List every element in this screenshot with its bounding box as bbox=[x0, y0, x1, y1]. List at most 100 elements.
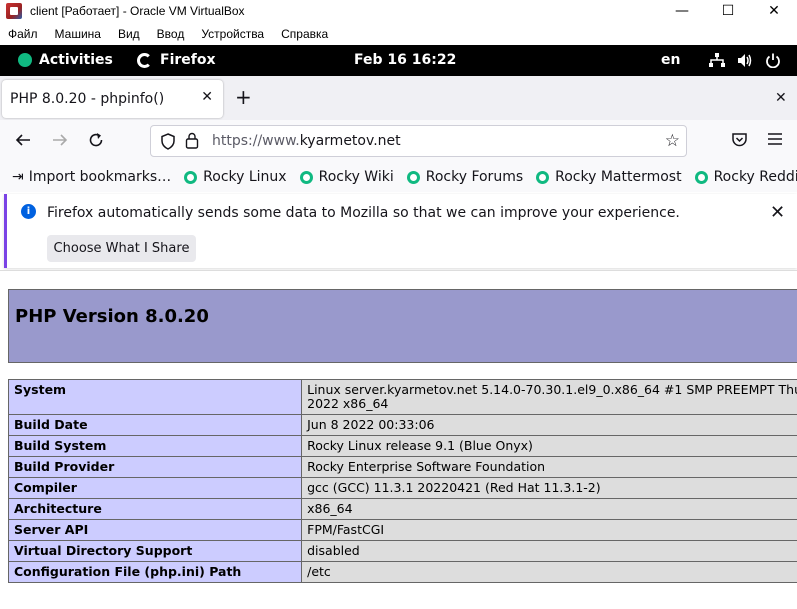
menu-devices[interactable]: Устройства bbox=[201, 27, 264, 41]
row-value: Jun 8 2022 00:33:06 bbox=[301, 414, 797, 436]
info-icon: i bbox=[21, 204, 36, 219]
row-value: /etc bbox=[301, 561, 797, 583]
rocky-icon bbox=[694, 170, 708, 184]
rocky-icon bbox=[536, 170, 550, 184]
vbox-title-bar: client [Работает] - Oracle VM VirtualBox… bbox=[0, 0, 797, 22]
bookmark-import[interactable]: ⇥ Import bookmarks… bbox=[12, 169, 171, 185]
php-version-title: PHP Version 8.0.20 bbox=[15, 306, 209, 327]
tracking-protection-icon[interactable] bbox=[160, 133, 176, 154]
table-row: Build Date Jun 8 2022 00:33:06 bbox=[7, 414, 797, 436]
menu-view[interactable]: Вид bbox=[118, 27, 140, 41]
table-row: Compiler gcc (GCC) 11.3.1 20220421 (Red … bbox=[7, 477, 797, 499]
window-title: client [Работает] - Oracle VM VirtualBox bbox=[30, 4, 245, 18]
row-key: Configuration File (php.ini) Path bbox=[7, 561, 303, 583]
activities-button[interactable]: Activities bbox=[18, 52, 113, 68]
network-icon[interactable] bbox=[709, 53, 725, 68]
bookmark-label: Rocky Linux bbox=[203, 169, 287, 185]
tab-close-icon[interactable]: ✕ bbox=[201, 89, 213, 105]
choose-what-i-share-button[interactable]: Choose What I Share bbox=[47, 235, 196, 262]
menu-help[interactable]: Справка bbox=[281, 27, 328, 41]
menu-machine[interactable]: Машина bbox=[55, 27, 101, 41]
app-menu-firefox[interactable]: Firefox bbox=[137, 52, 216, 68]
bookmark-label: Rocky Mattermost bbox=[555, 169, 682, 185]
volume-icon[interactable] bbox=[737, 53, 753, 68]
new-tab-icon[interactable]: + bbox=[235, 87, 252, 107]
close-window-button[interactable]: ✕ bbox=[751, 0, 797, 22]
row-value-line2: 2022 x86_64 bbox=[307, 396, 389, 411]
row-value: gcc (GCC) 11.3.1 20220421 (Red Hat 11.3.… bbox=[301, 477, 797, 499]
navigation-toolbar: https://www.kyarmetov.net ☆ bbox=[0, 120, 797, 162]
rocky-icon bbox=[406, 170, 420, 184]
bookmark-rocky-reddit[interactable]: Rocky Reddit bbox=[694, 169, 797, 185]
window-controls: — ☐ ✕ bbox=[659, 0, 797, 22]
lock-icon[interactable] bbox=[185, 132, 199, 153]
table-row: Server API FPM/FastCGI bbox=[7, 519, 797, 541]
table-row: Virtual Directory Support disabled bbox=[7, 540, 797, 562]
activities-label: Activities bbox=[39, 52, 113, 68]
row-value: Linux server.kyarmetov.net 5.14.0-70.30.… bbox=[301, 379, 797, 415]
table-row: Build Provider Rocky Enterprise Software… bbox=[7, 456, 797, 478]
notification-message: Firefox automatically sends some data to… bbox=[47, 205, 680, 221]
menu-input[interactable]: Ввод bbox=[157, 27, 185, 41]
system-tray[interactable] bbox=[709, 53, 793, 69]
bookmark-label: Import bookmarks… bbox=[28, 169, 172, 185]
row-key: Build Provider bbox=[7, 456, 303, 478]
virtualbox-app-icon bbox=[6, 3, 22, 19]
reload-icon[interactable] bbox=[87, 131, 105, 154]
row-key: Compiler bbox=[7, 477, 303, 499]
maximize-button[interactable]: ☐ bbox=[705, 0, 751, 22]
row-value: FPM/FastCGI bbox=[301, 519, 797, 541]
phpinfo-table: System Linux server.kyarmetov.net 5.14.0… bbox=[7, 379, 797, 583]
bookmark-rocky-mattermost[interactable]: Rocky Mattermost bbox=[536, 169, 682, 185]
bookmarks-toolbar: ⇥ Import bookmarks… Rocky Linux Rocky Wi… bbox=[0, 162, 797, 192]
row-value: Rocky Linux release 9.1 (Blue Onyx) bbox=[301, 435, 797, 457]
notification-close-icon[interactable]: ✕ bbox=[770, 202, 785, 223]
bookmark-rocky-linux[interactable]: Rocky Linux bbox=[184, 169, 287, 185]
table-row: Configuration File (php.ini) Path /etc bbox=[7, 561, 797, 583]
bookmark-rocky-wiki[interactable]: Rocky Wiki bbox=[299, 169, 394, 185]
row-key: Architecture bbox=[7, 498, 303, 520]
row-key: Build System bbox=[7, 435, 303, 457]
table-row: Architecture x86_64 bbox=[7, 498, 797, 520]
bookmark-star-icon[interactable]: ☆ bbox=[665, 131, 680, 151]
hamburger-menu-icon[interactable] bbox=[767, 131, 783, 151]
url-host: kyarmetov.net bbox=[299, 133, 401, 149]
table-row: System Linux server.kyarmetov.net 5.14.0… bbox=[7, 379, 797, 415]
menu-file[interactable]: Файл bbox=[8, 27, 38, 41]
bookmark-rocky-forums[interactable]: Rocky Forums bbox=[406, 169, 524, 185]
row-key: Virtual Directory Support bbox=[7, 540, 303, 562]
gnome-top-bar: Activities Firefox Feb 16 16:22 en bbox=[0, 45, 797, 76]
rocky-logo-icon bbox=[18, 53, 32, 67]
tab-phpinfo[interactable]: PHP 8.0.20 - phpinfo() ✕ bbox=[2, 80, 223, 118]
firefox-icon bbox=[137, 52, 152, 68]
data-collection-notification: i Firefox automatically sends some data … bbox=[4, 194, 797, 268]
row-value: disabled bbox=[301, 540, 797, 562]
table-row: Build System Rocky Linux release 9.1 (Bl… bbox=[7, 435, 797, 457]
pocket-icon[interactable] bbox=[731, 131, 748, 152]
rocky-icon bbox=[184, 170, 198, 184]
row-value-line1: Linux server.kyarmetov.net 5.14.0-70.30.… bbox=[307, 382, 797, 397]
row-value: x86_64 bbox=[301, 498, 797, 520]
input-language-indicator[interactable]: en bbox=[661, 52, 680, 68]
back-icon[interactable] bbox=[14, 131, 32, 154]
bookmark-label: Rocky Forums bbox=[425, 169, 524, 185]
row-key: System bbox=[7, 379, 303, 415]
url-text[interactable]: https://www.kyarmetov.net bbox=[212, 133, 401, 149]
close-firefox-icon[interactable]: ✕ bbox=[775, 90, 787, 106]
row-key: Build Date bbox=[7, 414, 303, 436]
url-prefix: https://www. bbox=[212, 133, 300, 149]
row-value: Rocky Enterprise Software Foundation bbox=[301, 456, 797, 478]
php-version-header: PHP Version 8.0.20 bbox=[8, 289, 797, 363]
forward-icon[interactable] bbox=[51, 131, 69, 154]
row-key: Server API bbox=[7, 519, 303, 541]
page-content: PHP Version 8.0.20 System Linux server.k… bbox=[0, 270, 797, 609]
bookmark-label: Rocky Reddit bbox=[713, 169, 797, 185]
app-menu-label: Firefox bbox=[160, 52, 216, 68]
vbox-menu-bar: Файл Машина Вид Ввод Устройства Справка bbox=[0, 22, 797, 45]
power-icon[interactable] bbox=[765, 53, 781, 69]
rocky-icon bbox=[299, 170, 313, 184]
url-bar[interactable]: https://www.kyarmetov.net ☆ bbox=[150, 125, 687, 157]
clock[interactable]: Feb 16 16:22 bbox=[354, 52, 456, 68]
import-icon: ⇥ bbox=[12, 169, 24, 185]
minimize-button[interactable]: — bbox=[659, 0, 705, 22]
